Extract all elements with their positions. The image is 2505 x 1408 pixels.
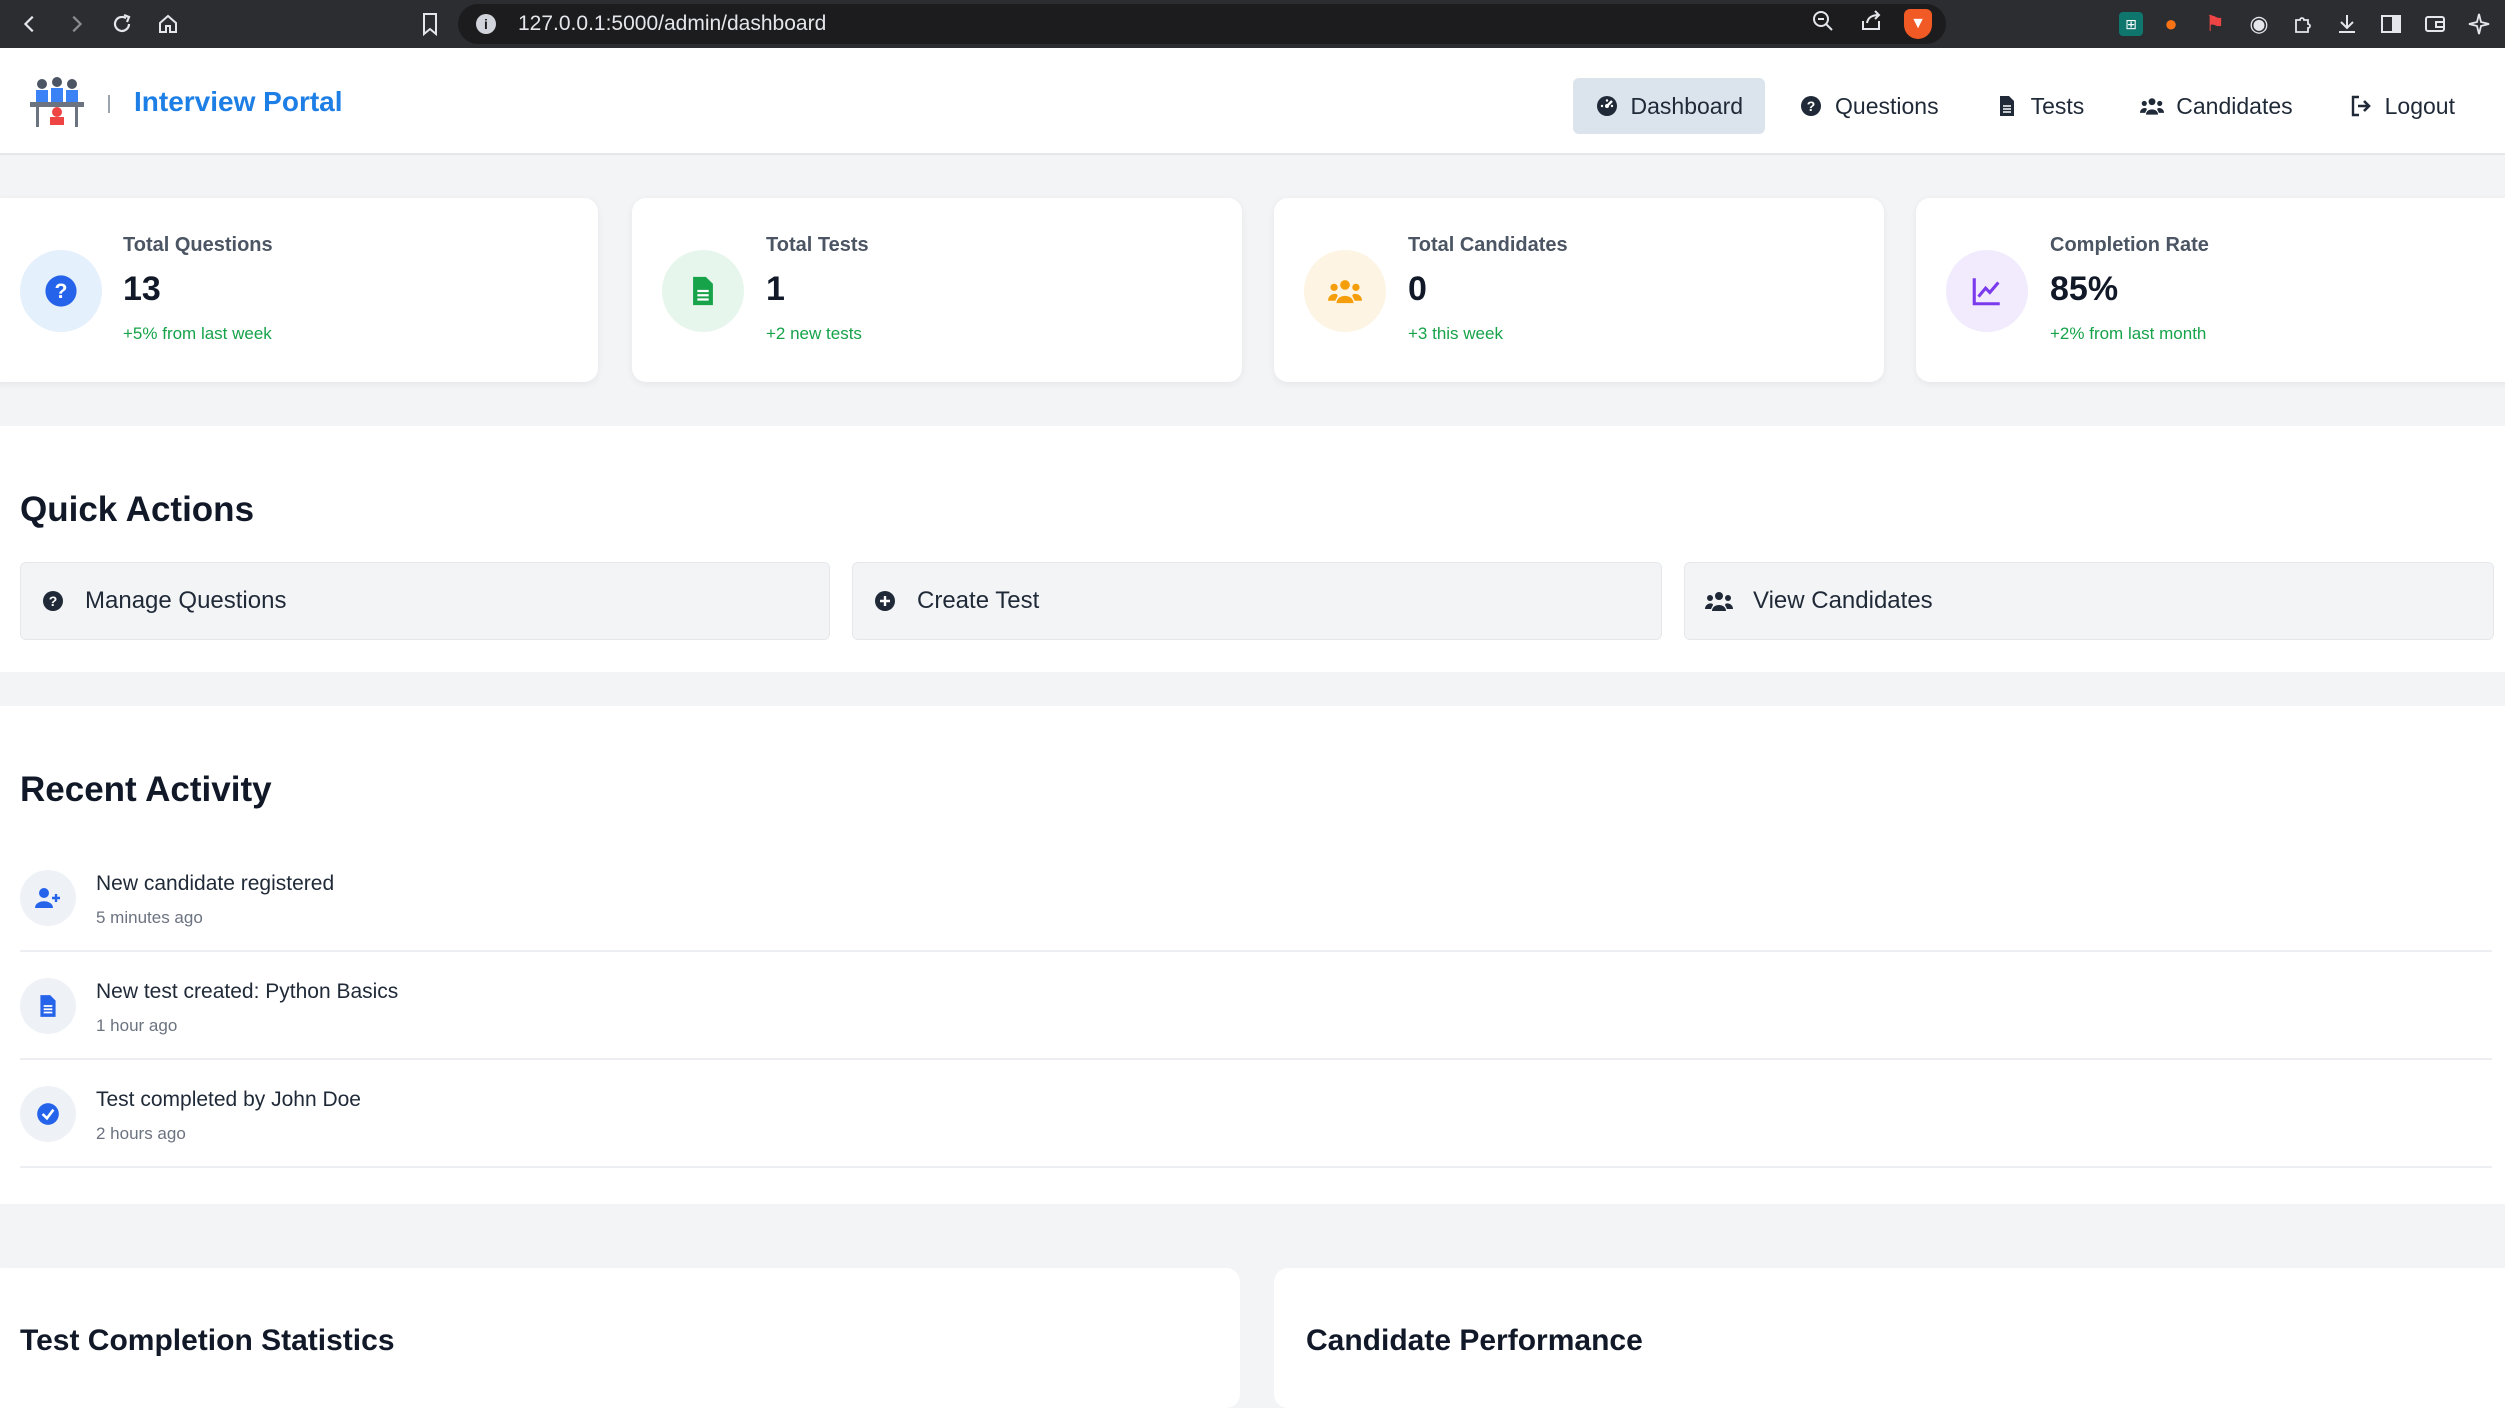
url-text[interactable]: 127.0.0.1:5000/admin/dashboard	[518, 12, 826, 36]
manage-questions-button[interactable]: ? Manage Questions	[20, 562, 830, 640]
activity-time: 2 hours ago	[96, 1124, 186, 1143]
activity-title: New candidate registered	[96, 872, 335, 895]
puzzle-icon[interactable]	[2287, 8, 2319, 40]
view-candidates-button[interactable]: View Candidates	[1684, 562, 2494, 640]
list-item: Test completed by John Doe 2 hours ago	[20, 1060, 2492, 1168]
list-item: New test created: Python Basics 1 hour a…	[20, 952, 2492, 1060]
activity-title: New test created: Python Basics	[96, 980, 399, 1003]
nav-dashboard[interactable]: Dashboard	[1572, 78, 1766, 134]
nav-dashboard-label: Dashboard	[1630, 92, 1744, 119]
nav-tests-label: Tests	[2030, 92, 2085, 119]
nav-candidates-label: Candidates	[2176, 92, 2293, 119]
stat-label: Total Questions	[123, 234, 273, 256]
question-circle-icon: ?	[43, 591, 63, 611]
plus-circle-icon	[875, 591, 895, 611]
recent-activity-title: Recent Activity	[20, 770, 272, 809]
nav-logout-label: Logout	[2384, 92, 2455, 119]
stat-change: +2 new tests	[766, 324, 862, 343]
file-icon	[1999, 96, 2014, 116]
stat-label: Total Candidates	[1408, 234, 1568, 256]
stat-card-completion: Completion Rate 85% +2% from last month	[1916, 198, 2505, 382]
logout-icon	[2351, 95, 2371, 117]
app-header: Interview Portal Dashboard ? Questions T…	[0, 48, 2505, 155]
stat-card-candidates: Total Candidates 0 +3 this week	[1274, 198, 1884, 382]
stat-label: Total Tests	[766, 234, 869, 256]
forward-icon[interactable]	[56, 4, 96, 44]
test-completion-panel: Test Completion Statistics	[0, 1268, 1240, 1408]
brave-shields-icon[interactable]: ▼	[1904, 9, 1932, 39]
address-bar[interactable]: i 127.0.0.1:5000/admin/dashboard ▼	[458, 4, 1946, 44]
users-icon	[2140, 98, 2165, 115]
back-icon[interactable]	[10, 4, 50, 44]
leo-ai-icon[interactable]	[2463, 8, 2495, 40]
candidate-performance-panel: Candidate Performance	[1274, 1268, 2505, 1408]
question-circle-icon: ?	[20, 250, 102, 332]
list-item: New candidate registered 5 minutes ago	[20, 844, 2492, 952]
create-test-button[interactable]: Create Test	[852, 562, 1662, 640]
stat-label: Completion Rate	[2050, 234, 2209, 256]
file-icon	[20, 978, 76, 1034]
nav-candidates[interactable]: Candidates	[2118, 78, 2314, 134]
extension-icon[interactable]: ●	[2155, 8, 2187, 40]
nav-logout[interactable]: Logout	[2327, 78, 2477, 134]
nav-questions[interactable]: ? Questions	[1777, 78, 1961, 134]
activity-title: Test completed by John Doe	[96, 1088, 361, 1111]
brand-title[interactable]: Interview Portal	[134, 86, 343, 118]
dashboard-icon	[1596, 96, 1617, 116]
nav-questions-label: Questions	[1835, 92, 1939, 119]
stat-change: +2% from last month	[2050, 324, 2207, 343]
stat-value: 13	[123, 270, 161, 308]
zoom-icon[interactable]	[1808, 9, 1838, 40]
extension-icon[interactable]: ⚑	[2199, 8, 2231, 40]
users-icon	[1304, 250, 1386, 332]
site-info-icon[interactable]: i	[476, 14, 496, 34]
logo-divider	[108, 95, 110, 113]
users-icon	[1705, 592, 1733, 611]
create-test-label: Create Test	[917, 587, 1040, 614]
check-circle-icon	[20, 1086, 76, 1142]
panel-title: Test Completion Statistics	[20, 1324, 395, 1357]
panel-title: Candidate Performance	[1306, 1324, 1643, 1357]
stat-change: +3 this week	[1408, 324, 1503, 343]
browser-toolbar: i 127.0.0.1:5000/admin/dashboard ▼ ⊞ ● ⚑…	[0, 0, 2505, 48]
download-icon[interactable]	[2331, 8, 2363, 40]
user-plus-icon	[20, 870, 76, 926]
question-circle-icon: ?	[1801, 96, 1822, 116]
share-icon[interactable]	[1856, 9, 1886, 40]
stat-value: 1	[766, 270, 785, 308]
extension-icon[interactable]: ⊞	[2119, 12, 2143, 36]
file-icon	[662, 250, 744, 332]
svg-text:?: ?	[1807, 98, 1816, 114]
wallet-icon[interactable]	[2419, 8, 2451, 40]
bookmark-icon[interactable]	[410, 4, 450, 44]
line-chart-icon	[1946, 250, 2028, 332]
activity-time: 1 hour ago	[96, 1016, 178, 1035]
stat-change: +5% from last week	[123, 324, 272, 343]
reload-icon[interactable]	[102, 4, 142, 44]
quick-actions-title: Quick Actions	[20, 490, 255, 529]
stat-card-questions: ? Total Questions 13 +5% from last week	[0, 198, 598, 382]
nav-tests[interactable]: Tests	[1973, 78, 2107, 134]
activity-time: 5 minutes ago	[96, 908, 203, 927]
stat-value: 85%	[2050, 270, 2119, 308]
logo[interactable]	[28, 74, 86, 130]
svg-text:?: ?	[49, 593, 58, 609]
top-navigation: Dashboard ? Questions Tests Candidates L…	[1572, 78, 2478, 134]
stat-value: 0	[1408, 270, 1427, 308]
view-candidates-label: View Candidates	[1753, 587, 1933, 614]
home-icon[interactable]	[148, 4, 188, 44]
extension-icon[interactable]: ◉	[2243, 8, 2275, 40]
svg-text:?: ?	[55, 279, 68, 303]
manage-questions-label: Manage Questions	[85, 587, 287, 614]
sidebar-icon[interactable]	[2375, 8, 2407, 40]
stat-card-tests: Total Tests 1 +2 new tests	[632, 198, 1242, 382]
